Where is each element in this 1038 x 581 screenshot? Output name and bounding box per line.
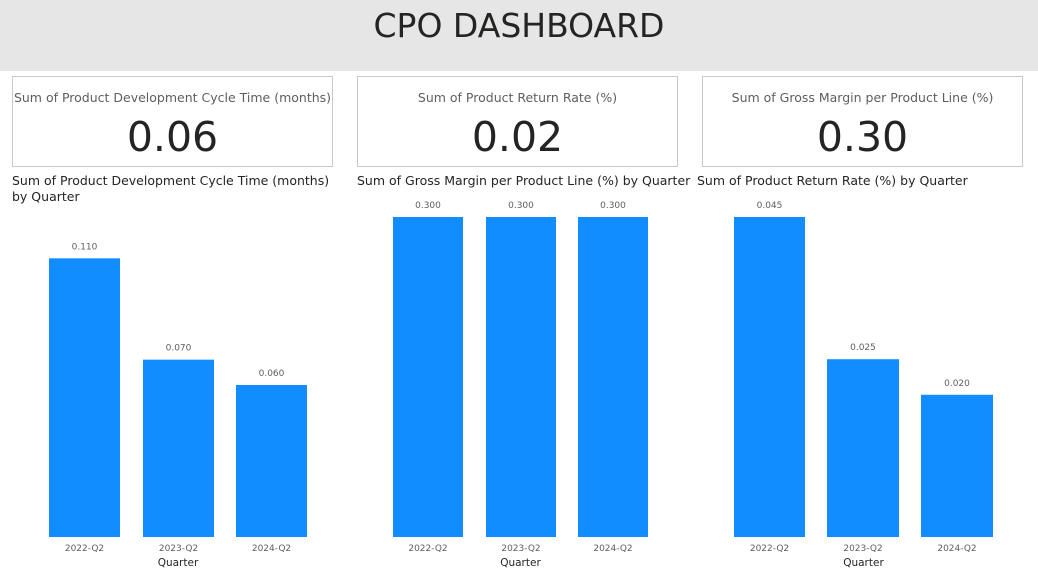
x-tick-label: 2022-Q2	[65, 544, 104, 554]
data-label: 0.110	[72, 242, 98, 252]
bar-chart-gross-margin[interactable]: 0.300 2022-Q2 0.300 2023-Q2 0.300 2024-Q2 Quar…	[357, 195, 687, 575]
x-tick-label: 2023-Q2	[843, 544, 882, 554]
bar-2024-Q2[interactable]	[236, 385, 307, 537]
dashboard-header: CPO DASHBOARD	[0, 0, 1038, 71]
card-label: Sum of Product Return Rate (%)	[417, 90, 618, 105]
x-tick-label: 2024-Q2	[252, 544, 291, 554]
bar-2023-Q2[interactable]	[143, 359, 214, 537]
card-gross-margin[interactable]: Sum of Gross Margin per Product Line (%)…	[702, 76, 1023, 167]
x-tick-label: 2022-Q2	[408, 544, 447, 554]
x-tick-label: 2023-Q2	[501, 544, 540, 554]
chart-title-gross-margin: Sum of Gross Margin per Product Line (%)…	[357, 173, 691, 188]
x-tick-label: 2023-Q2	[159, 544, 198, 554]
data-label: 0.025	[850, 343, 876, 353]
dashboard-title: CPO DASHBOARD	[373, 6, 665, 45]
bar-chart-return-rate[interactable]: 0.045 2022-Q2 0.025 2023-Q2 0.020 2024-Q2 Quar…	[697, 195, 1027, 575]
card-label: Sum of Product Development Cycle Time (m…	[13, 90, 332, 105]
bar-2022-Q2[interactable]	[393, 217, 463, 537]
bar-2024-Q2[interactable]	[578, 217, 648, 537]
data-label: 0.020	[944, 379, 970, 389]
card-value: 0.06	[126, 113, 219, 161]
bar-2024-Q2[interactable]	[921, 394, 993, 537]
x-axis-title: Quarter	[500, 557, 541, 569]
bar-2023-Q2[interactable]	[827, 359, 899, 537]
bar-2022-Q2[interactable]	[49, 258, 120, 537]
x-tick-label: 2022-Q2	[750, 544, 789, 554]
data-label: 0.060	[259, 369, 285, 379]
chart-title-return-rate: Sum of Product Return Rate (%) by Quarte…	[697, 173, 968, 188]
bar-2023-Q2[interactable]	[486, 217, 556, 537]
x-axis-title: Quarter	[158, 557, 199, 569]
x-axis-title: Quarter	[843, 557, 884, 569]
bar-2022-Q2[interactable]	[734, 217, 805, 537]
card-return-rate[interactable]: Sum of Product Return Rate (%) 0.02	[357, 76, 678, 167]
card-label: Sum of Gross Margin per Product Line (%)	[731, 90, 994, 105]
bar-chart-dev-cycle-time[interactable]: 0.110 2022-Q2 0.070 2023-Q2 0.060 2024-Q2 Quar…	[12, 195, 342, 575]
data-label: 0.300	[508, 201, 534, 211]
data-label: 0.300	[415, 201, 441, 211]
data-label: 0.045	[757, 201, 783, 211]
x-tick-label: 2024-Q2	[937, 544, 976, 554]
card-value: 0.30	[816, 113, 909, 161]
card-dev-cycle-time[interactable]: Sum of Product Development Cycle Time (m…	[12, 76, 333, 167]
data-label: 0.300	[600, 201, 626, 211]
x-tick-label: 2024-Q2	[593, 544, 632, 554]
data-label: 0.070	[166, 344, 192, 354]
card-value: 0.02	[471, 113, 564, 161]
